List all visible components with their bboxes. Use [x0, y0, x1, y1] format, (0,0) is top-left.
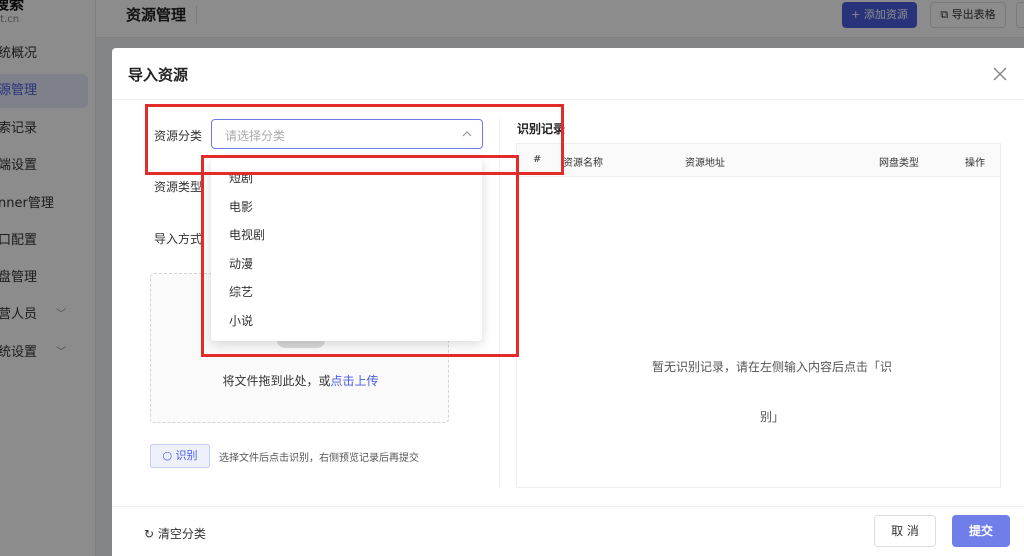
recognize-hint: 选择文件后点击识别，右侧预览记录后再提交	[219, 453, 419, 464]
upload-instruction: 将文件拖到此处，或	[222, 374, 331, 388]
column-header-url: 资源地址	[685, 158, 725, 169]
clear-category-button[interactable]: ↻ 清空分类	[144, 525, 206, 542]
empty-state-line: 别」	[759, 410, 784, 424]
modal-header: 导入资源	[112, 48, 1024, 100]
recognize-button[interactable]: ○ 识别	[150, 444, 210, 468]
refresh-icon: ↻	[144, 527, 155, 541]
type-label: 资源类型	[154, 180, 203, 194]
empty-state-line: 暂无识别记录，请在左侧输入内容后点击「识	[651, 360, 892, 374]
close-icon[interactable]	[990, 64, 1010, 84]
cancel-button[interactable]: 取 消	[874, 515, 936, 547]
annotation-box	[201, 155, 519, 357]
column-header-disk-type: 网盘类型	[879, 158, 919, 169]
records-table: # 资源名称 资源地址 网盘类型 操作 暂无识别记录，请在左侧输入内容后点击「识…	[516, 143, 1001, 488]
upload-text: 将文件拖到此处，或点击上传	[151, 372, 450, 389]
column-header-actions: 操作	[965, 158, 985, 169]
table-header: # 资源名称 资源地址 网盘类型 操作	[517, 144, 1000, 177]
recognize-label: 识别	[175, 449, 198, 462]
modal-footer: ↻ 清空分类 取 消 提交	[112, 506, 1024, 556]
upload-link[interactable]: 点击上传	[331, 374, 379, 388]
search-icon: ○	[162, 449, 173, 462]
empty-state: 暂无识别记录，请在左侧输入内容后点击「识 别」	[627, 342, 917, 442]
clear-category-label: 清空分类	[157, 527, 206, 541]
submit-button[interactable]: 提交	[952, 515, 1010, 547]
column-header-name: 资源名称	[563, 158, 603, 169]
import-method-label: 导入方式	[154, 232, 203, 246]
modal-title: 导入资源	[128, 66, 189, 84]
